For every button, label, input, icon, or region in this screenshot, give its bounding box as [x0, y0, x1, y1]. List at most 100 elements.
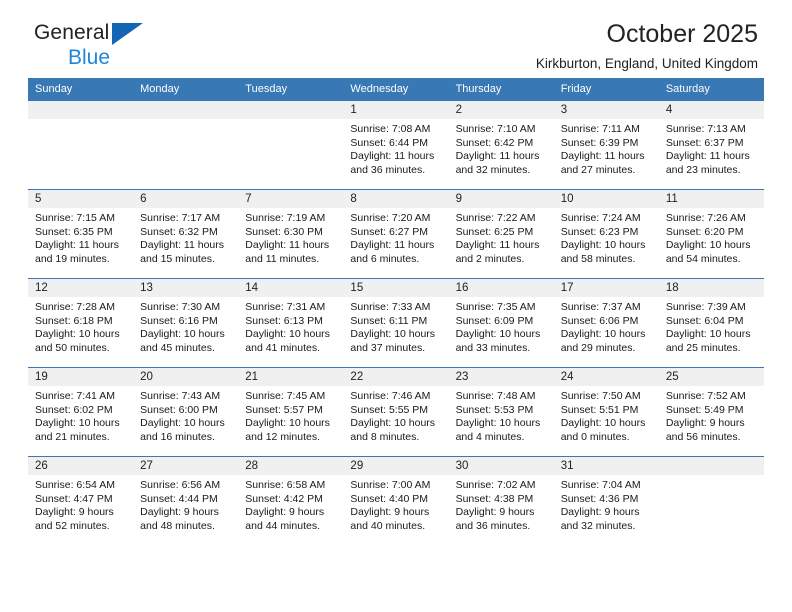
day-cell[interactable]: 5 Sunrise: 7:15 AM Sunset: 6:35 PM Daylight… [28, 189, 134, 279]
day-cell[interactable]: 25 Sunrise: 7:52 AM Sunset: 5:49 PM Dayligh… [658, 367, 764, 457]
sunrise-text: Sunrise: 7:46 AM [350, 390, 431, 402]
sunset-text: Sunset: 5:53 PM [455, 403, 534, 416]
sunrise-text: Sunrise: 7:45 AM [245, 390, 326, 402]
triangle-icon [112, 23, 143, 45]
day-number [28, 101, 134, 119]
sunrise-text: Sunrise: 7:33 AM [350, 301, 431, 313]
sunset-text: Sunset: 6:25 PM [455, 225, 534, 238]
day-cell[interactable]: 29 Sunrise: 7:00 AM Sunset: 4:40 PM Dayligh… [343, 456, 449, 546]
day-cell[interactable]: 16 Sunrise: 7:35 AM Sunset: 6:09 PM Dayligh… [448, 278, 554, 368]
daylight-text: Daylight: 10 hours and 37 minutes. [350, 328, 436, 354]
day-details: Sunrise: 7:30 AM Sunset: 6:16 PM Daylight:… [133, 297, 238, 355]
day-number: 13 [133, 279, 239, 297]
day-cell[interactable]: 12 Sunrise: 7:28 AM Sunset: 6:18 PM Dayligh… [28, 278, 134, 368]
sunset-text: Sunset: 6:23 PM [560, 225, 639, 238]
day-cell[interactable]: 31 Sunrise: 7:04 AM Sunset: 4:36 PM Dayligh… [553, 456, 659, 546]
sunrise-text: Sunrise: 7:08 AM [350, 123, 431, 135]
day-number: 1 [343, 101, 449, 119]
day-number: 3 [553, 101, 659, 119]
day-cell[interactable]: 11 Sunrise: 7:26 AM Sunset: 6:20 PM Dayligh… [658, 189, 764, 279]
sunrise-text: Sunrise: 7:22 AM [455, 212, 536, 224]
day-number: 7 [238, 190, 344, 208]
daylight-text: Daylight: 9 hours and 40 minutes. [350, 506, 430, 532]
day-number: 8 [343, 190, 449, 208]
day-details: Sunrise: 7:20 AM Sunset: 6:27 PM Daylight:… [343, 208, 448, 266]
sunset-text: Sunset: 6:37 PM [665, 136, 744, 149]
daylight-text: Daylight: 11 hours and 36 minutes. [350, 150, 435, 176]
day-number: 23 [448, 368, 554, 386]
sunrise-text: Sunrise: 7:37 AM [560, 301, 641, 313]
day-cell[interactable]: 27 Sunrise: 6:56 AM Sunset: 4:44 PM Dayligh… [133, 456, 239, 546]
sunrise-text: Sunrise: 7:02 AM [455, 479, 536, 491]
daylight-text: Daylight: 11 hours and 23 minutes. [665, 150, 750, 176]
day-cell[interactable]: 9 Sunrise: 7:22 AM Sunset: 6:25 PM Daylight… [448, 189, 554, 279]
day-cell[interactable]: 1 Sunrise: 7:08 AM Sunset: 6:44 PM Daylight… [343, 100, 449, 190]
sunset-text: Sunset: 6:30 PM [245, 225, 323, 238]
day-details: Sunrise: 7:39 AM Sunset: 6:04 PM Daylight:… [659, 297, 764, 355]
day-cell[interactable]: 3 Sunrise: 7:11 AM Sunset: 6:39 PM Daylight… [553, 100, 659, 190]
day-cell[interactable]: 4 Sunrise: 7:13 AM Sunset: 6:37 PM Daylight… [658, 100, 764, 190]
daylight-text: Daylight: 10 hours and 8 minutes. [350, 417, 436, 443]
day-cell[interactable]: 20 Sunrise: 7:43 AM Sunset: 6:00 PM Dayligh… [133, 367, 239, 457]
day-details: Sunrise: 7:35 AM Sunset: 6:09 PM Daylight:… [449, 297, 554, 355]
day-cell[interactable]: 17 Sunrise: 7:37 AM Sunset: 6:06 PM Dayligh… [553, 278, 659, 368]
daylight-text: Daylight: 11 hours and 11 minutes. [245, 239, 330, 265]
day-number: 20 [133, 368, 239, 386]
day-cell[interactable]: 22 Sunrise: 7:46 AM Sunset: 5:55 PM Dayligh… [343, 367, 449, 457]
day-cell[interactable]: 19 Sunrise: 7:41 AM Sunset: 6:02 PM Dayligh… [28, 367, 134, 457]
sunset-text: Sunset: 6:35 PM [35, 225, 113, 238]
day-cell[interactable]: 15 Sunrise: 7:33 AM Sunset: 6:11 PM Dayligh… [343, 278, 449, 368]
day-details: Sunrise: 7:46 AM Sunset: 5:55 PM Daylight:… [343, 386, 448, 444]
sunrise-text: Sunrise: 7:43 AM [140, 390, 221, 402]
day-cell[interactable]: 8 Sunrise: 7:20 AM Sunset: 6:27 PM Daylight… [343, 189, 449, 279]
day-cell[interactable]: 26 Sunrise: 6:54 AM Sunset: 4:47 PM Dayligh… [28, 456, 134, 546]
day-number: 11 [658, 190, 764, 208]
day-number [133, 101, 239, 119]
day-number: 9 [448, 190, 554, 208]
day-details: Sunrise: 7:22 AM Sunset: 6:25 PM Daylight:… [449, 208, 554, 266]
day-details: Sunrise: 7:10 AM Sunset: 6:42 PM Daylight:… [449, 119, 554, 177]
day-cell-empty [28, 100, 134, 190]
day-number: 2 [448, 101, 554, 119]
day-number: 29 [343, 457, 449, 475]
week-row: 1 Sunrise: 7:08 AM Sunset: 6:44 PM Daylight… [28, 100, 764, 190]
day-cell[interactable]: 2 Sunrise: 7:10 AM Sunset: 6:42 PM Daylight… [448, 100, 554, 190]
day-cell[interactable]: 24 Sunrise: 7:50 AM Sunset: 5:51 PM Dayligh… [553, 367, 659, 457]
day-cell[interactable]: 23 Sunrise: 7:48 AM Sunset: 5:53 PM Dayligh… [448, 367, 554, 457]
sunset-text: Sunset: 4:44 PM [140, 492, 218, 505]
day-cell-empty [133, 100, 239, 190]
week-row: 19 Sunrise: 7:41 AM Sunset: 6:02 PM Dayligh… [28, 367, 764, 457]
daylight-text: Daylight: 10 hours and 33 minutes. [455, 328, 541, 354]
sunrise-text: Sunrise: 6:56 AM [140, 479, 221, 491]
sunset-text: Sunset: 6:39 PM [560, 136, 639, 149]
day-details: Sunrise: 7:41 AM Sunset: 6:02 PM Daylight:… [28, 386, 133, 444]
sunset-text: Sunset: 4:36 PM [560, 492, 639, 505]
weekday-header-thursday: Thursday [448, 78, 554, 101]
day-number: 30 [448, 457, 554, 475]
daylight-text: Daylight: 10 hours and 54 minutes. [665, 239, 751, 265]
day-cell[interactable]: 18 Sunrise: 7:39 AM Sunset: 6:04 PM Dayligh… [658, 278, 764, 368]
sunset-text: Sunset: 6:02 PM [35, 403, 113, 416]
day-cell[interactable]: 10 Sunrise: 7:24 AM Sunset: 6:23 PM Dayligh… [553, 189, 659, 279]
day-cell[interactable]: 14 Sunrise: 7:31 AM Sunset: 6:13 PM Dayligh… [238, 278, 344, 368]
day-cell[interactable]: 30 Sunrise: 7:02 AM Sunset: 4:38 PM Dayligh… [448, 456, 554, 546]
weekday-header-row: Sunday Monday Tuesday Wednesday Thursday Frid… [28, 78, 764, 101]
day-details: Sunrise: 7:48 AM Sunset: 5:53 PM Daylight:… [449, 386, 554, 444]
sunrise-text: Sunrise: 7:19 AM [245, 212, 326, 224]
daylight-text: Daylight: 10 hours and 45 minutes. [140, 328, 225, 354]
sunset-text: Sunset: 6:20 PM [665, 225, 744, 238]
day-number: 14 [238, 279, 344, 297]
sunrise-text: Sunrise: 7:11 AM [560, 123, 640, 135]
day-cell[interactable]: 28 Sunrise: 6:58 AM Sunset: 4:42 PM Dayligh… [238, 456, 344, 546]
day-number: 17 [553, 279, 659, 297]
daylight-text: Daylight: 11 hours and 27 minutes. [560, 150, 645, 176]
day-cell[interactable]: 6 Sunrise: 7:17 AM Sunset: 6:32 PM Daylight… [133, 189, 239, 279]
sunrise-text: Sunrise: 7:39 AM [665, 301, 746, 313]
sunset-text: Sunset: 5:57 PM [245, 403, 323, 416]
sunset-text: Sunset: 5:55 PM [350, 403, 429, 416]
sunset-text: Sunset: 6:18 PM [35, 314, 113, 327]
day-cell[interactable]: 13 Sunrise: 7:30 AM Sunset: 6:16 PM Dayligh… [133, 278, 239, 368]
day-cell[interactable]: 7 Sunrise: 7:19 AM Sunset: 6:30 PM Daylight… [238, 189, 344, 279]
day-cell[interactable]: 21 Sunrise: 7:45 AM Sunset: 5:57 PM Dayligh… [238, 367, 344, 457]
daylight-text: Daylight: 10 hours and 16 minutes. [140, 417, 225, 443]
